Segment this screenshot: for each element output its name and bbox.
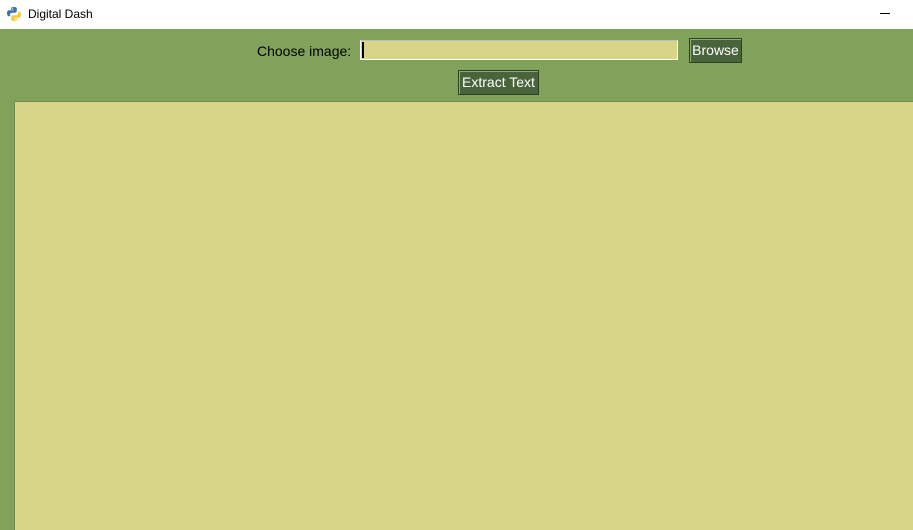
minimize-icon [880,13,890,14]
python-icon [6,6,22,22]
app-window: Digital Dash Choose image: Browse Extrac… [0,0,913,530]
image-path-input[interactable] [360,40,678,60]
choose-image-label: Choose image: [257,43,352,59]
extract-text-button[interactable]: Extract Text [458,70,539,95]
browse-button[interactable]: Browse [689,38,742,63]
extracted-text-area[interactable] [14,101,913,530]
window-title: Digital Dash [28,7,93,21]
title-bar[interactable]: Digital Dash [0,0,913,29]
text-cursor [362,42,364,58]
minimize-button[interactable] [868,0,902,29]
main-panel: Choose image: Browse Extract Text [0,29,913,530]
